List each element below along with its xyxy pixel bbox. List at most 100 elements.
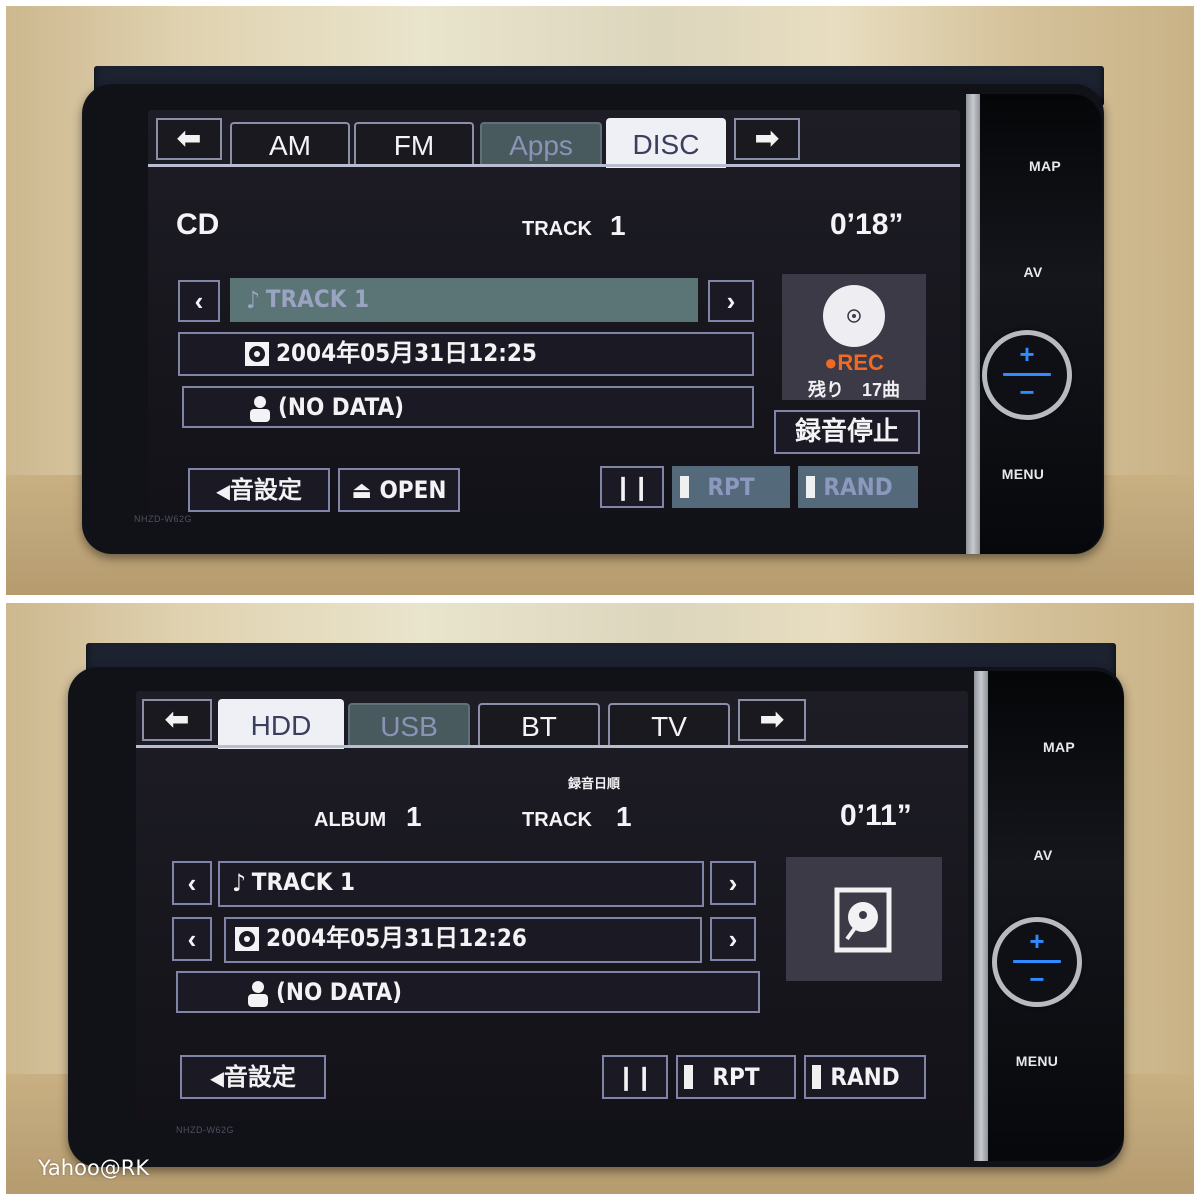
open-button[interactable]: ⏏ OPEN — [338, 468, 460, 512]
tab-bt[interactable]: BT — [478, 703, 600, 747]
rec-indicator: REC — [837, 350, 884, 375]
tab-tv[interactable]: TV — [608, 703, 730, 747]
repeat-button[interactable]: RPT — [676, 1055, 796, 1099]
chevron-left-icon: ‹ — [194, 286, 204, 316]
volume-dial[interactable]: + − — [992, 917, 1082, 1007]
sort-order-label[interactable]: 録音日順 — [568, 773, 620, 792]
pause-icon: ❙❙ — [616, 1063, 654, 1091]
chevron-left-icon: ‹ — [187, 868, 197, 898]
hardware-button-panel: MAP AV MENU — [980, 94, 1102, 554]
stop-recording-button[interactable]: 録音停止 — [774, 410, 920, 454]
next-track-button[interactable]: › — [710, 861, 756, 905]
tab-fm[interactable]: FM — [354, 122, 474, 166]
person-icon — [248, 394, 272, 422]
random-button[interactable]: RAND — [798, 466, 918, 508]
chevron-left-icon: ‹ — [187, 924, 197, 954]
random-label: RAND — [823, 473, 893, 501]
tab-divider — [148, 164, 960, 167]
remaining-tracks: 残り 17曲 — [807, 380, 901, 400]
tab-am[interactable]: AM — [230, 122, 350, 166]
photo-disc-screen: NHZD-W62G ⬅ AM FM Apps DISC ➡ CD TRACK 1… — [6, 6, 1194, 595]
av-button[interactable]: AV — [1008, 847, 1078, 863]
tab-apps[interactable]: Apps — [480, 122, 602, 166]
disc-icon — [234, 926, 260, 952]
sound-settings-label: 音設定 — [229, 476, 302, 504]
disc-icon — [244, 341, 270, 367]
hardware-button-panel: MAP AV MENU — [988, 671, 1124, 1161]
speaker-icon: ◀ — [216, 479, 230, 503]
menu-button[interactable]: MENU — [1002, 1053, 1072, 1069]
map-button[interactable]: MAP — [1010, 158, 1080, 174]
track-title-field[interactable]: ♪ TRACK 1 — [218, 861, 704, 907]
next-album-button[interactable]: › — [710, 917, 756, 961]
track-label: TRACK — [522, 809, 592, 831]
volume-down-icon[interactable]: − — [987, 379, 1067, 405]
sound-settings-button[interactable]: ◀音設定 — [180, 1055, 326, 1099]
chevron-right-icon: › — [726, 286, 736, 316]
speaker-icon: ◀ — [210, 1066, 224, 1090]
random-indicator — [806, 476, 815, 498]
sound-settings-button[interactable]: ◀音設定 — [188, 468, 330, 512]
source-tab-bar: ⬅ AM FM Apps DISC ➡ — [148, 110, 960, 168]
pause-button[interactable]: ❙❙ — [602, 1055, 668, 1099]
volume-divider — [1003, 373, 1051, 376]
repeat-button[interactable]: RPT — [672, 466, 790, 508]
silver-trim — [966, 94, 980, 554]
previous-track-button[interactable]: ‹ — [172, 861, 212, 905]
artist: (NO DATA) — [276, 978, 403, 1006]
track-title-field[interactable]: ♪ TRACK 1 — [230, 278, 698, 322]
tab-scroll-left-button[interactable]: ⬅ — [142, 699, 212, 741]
tab-usb[interactable]: USB — [348, 703, 470, 747]
media-artwork-panel — [786, 857, 942, 981]
track-number: 1 — [616, 801, 632, 832]
random-label: RAND — [830, 1063, 900, 1091]
source-label: CD — [176, 208, 220, 241]
next-track-button[interactable]: › — [708, 280, 754, 322]
watermark: Yahoo@RK — [38, 1156, 150, 1180]
source-tab-bar: ⬅ HDD USB BT TV ➡ — [136, 691, 968, 749]
av-button[interactable]: AV — [998, 264, 1068, 280]
menu-button[interactable]: MENU — [988, 466, 1058, 482]
touch-screen: ⬅ HDD USB BT TV ➡ 録音日順 ALBUM 1 TRACK 1 0… — [136, 691, 968, 1121]
eject-icon: ⏏ — [351, 476, 372, 504]
volume-down-icon[interactable]: − — [997, 966, 1077, 992]
chevron-right-icon: › — [728, 868, 738, 898]
photo-hdd-screen: NHZD-W62G ⬅ HDD USB BT TV ➡ 録音日順 ALBUM 1… — [6, 603, 1194, 1194]
map-button[interactable]: MAP — [1024, 739, 1094, 755]
volume-divider — [1013, 960, 1061, 963]
random-button[interactable]: RAND — [804, 1055, 926, 1099]
arrow-left-icon: ⬅ — [164, 703, 190, 736]
touch-screen: ⬅ AM FM Apps DISC ➡ CD TRACK 1 0’18” ‹ ♪… — [148, 110, 960, 512]
track-title: TRACK 1 — [265, 285, 369, 313]
repeat-indicator — [684, 1065, 693, 1089]
hdd-icon — [834, 887, 892, 953]
recording-date-field[interactable]: 2004年05月31日12:26 — [224, 917, 702, 963]
volume-dial[interactable]: + − — [982, 330, 1072, 420]
previous-track-button[interactable]: ‹ — [178, 280, 220, 322]
previous-album-button[interactable]: ‹ — [172, 917, 212, 961]
pause-button[interactable]: ❙❙ — [600, 466, 664, 508]
arrow-left-icon: ⬅ — [176, 122, 202, 155]
tab-scroll-left-button[interactable]: ⬅ — [156, 118, 222, 160]
volume-up-icon[interactable]: + — [987, 341, 1067, 367]
volume-up-icon[interactable]: + — [997, 928, 1077, 954]
album-label: ALBUM — [314, 809, 387, 831]
chevron-right-icon: › — [728, 924, 738, 954]
recording-date: 2004年05月31日12:26 — [266, 924, 527, 952]
elapsed-time: 0’11” — [840, 799, 912, 832]
tab-scroll-right-button[interactable]: ➡ — [738, 699, 806, 741]
head-unit: NHZD-W62G ⬅ HDD USB BT TV ➡ 録音日順 ALBUM 1… — [68, 667, 1124, 1167]
arrow-right-icon: ➡ — [759, 703, 785, 736]
album-number: 1 — [406, 801, 422, 832]
pause-icon: ❙❙ — [613, 473, 651, 501]
model-label: NHZD-W62G — [134, 514, 192, 524]
artist-field: (NO DATA) — [176, 971, 760, 1013]
recording-date: 2004年05月31日12:25 — [276, 339, 537, 367]
repeat-label: RPT — [707, 473, 755, 501]
tab-hdd[interactable]: HDD — [218, 699, 344, 749]
tab-disc[interactable]: DISC — [606, 118, 726, 168]
tab-scroll-right-button[interactable]: ➡ — [734, 118, 800, 160]
recording-status-panel: ●REC 残り 17曲 — [782, 274, 926, 400]
open-label: OPEN — [379, 476, 447, 504]
arrow-right-icon: ➡ — [754, 122, 780, 155]
